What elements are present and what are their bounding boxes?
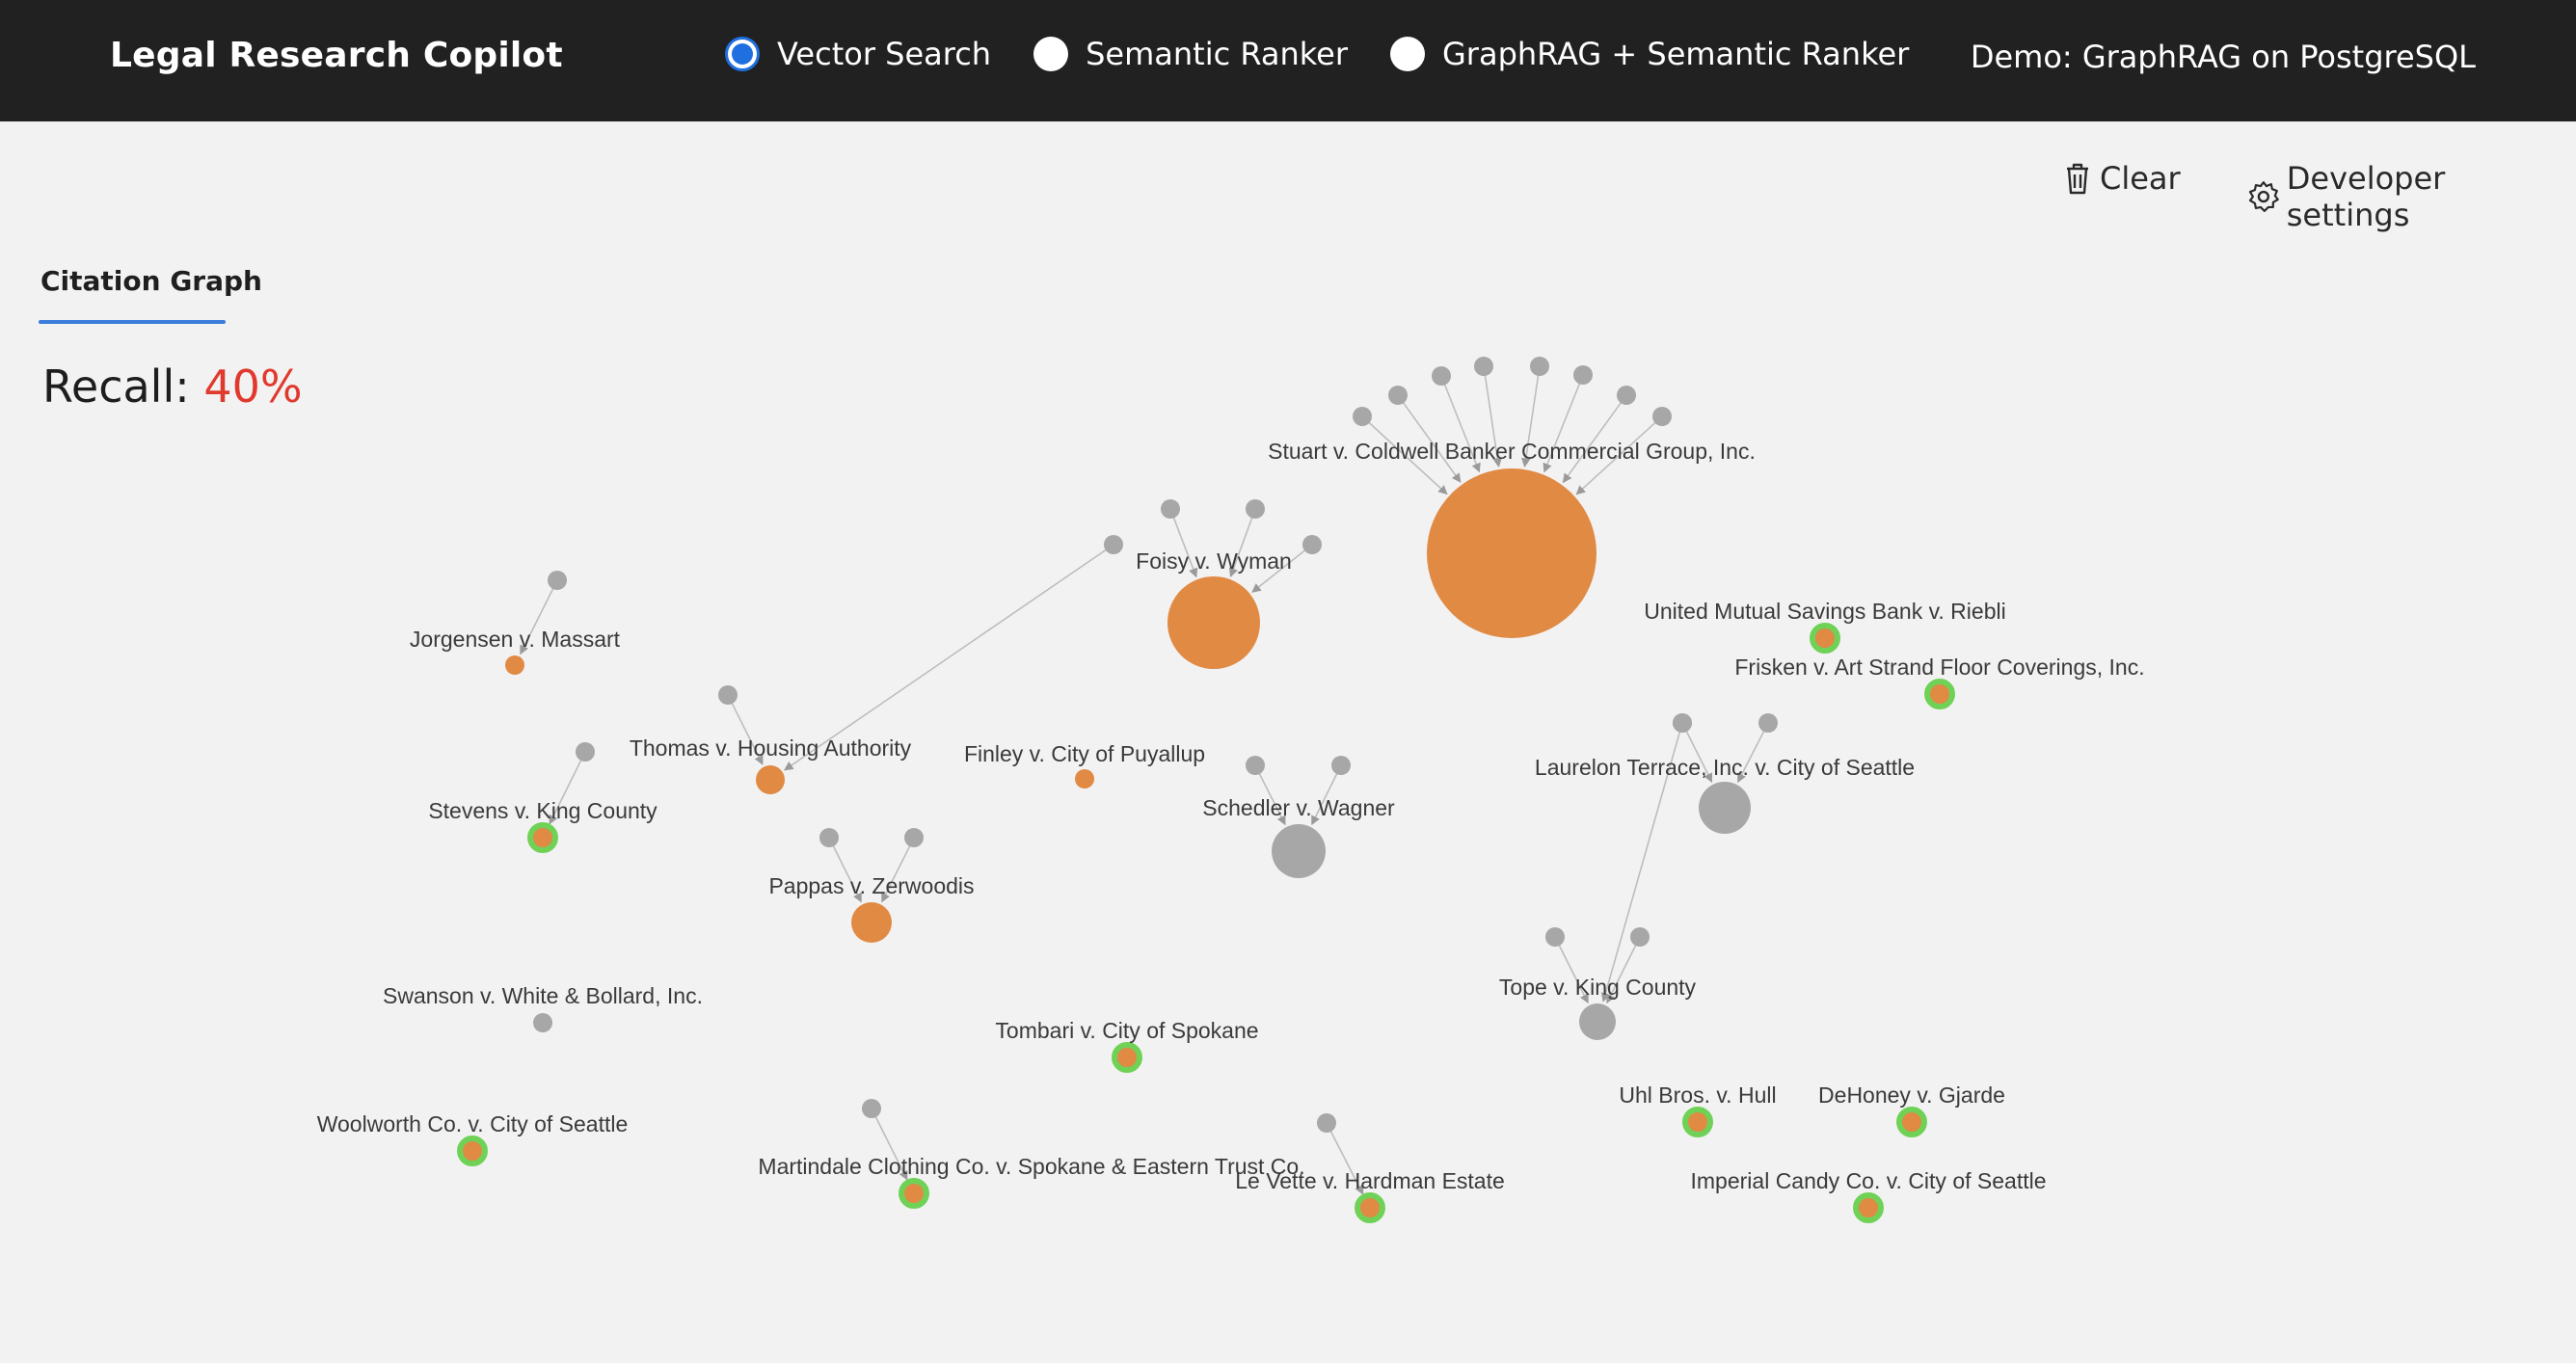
- case-node-label: Tope v. King County: [1499, 975, 1697, 1000]
- case-node[interactable]: [1853, 1192, 1884, 1223]
- case-node[interactable]: [1579, 1003, 1616, 1040]
- case-node[interactable]: [457, 1136, 488, 1166]
- citing-case-node[interactable]: [1673, 713, 1692, 733]
- case-node[interactable]: [1896, 1107, 1927, 1137]
- case-node-label: Thomas v. Housing Authority: [630, 735, 912, 761]
- case-node[interactable]: [1167, 576, 1260, 669]
- case-node-label: Jorgensen v. Massart: [410, 627, 621, 652]
- case-node[interactable]: [527, 822, 558, 853]
- citing-case-node[interactable]: [819, 828, 839, 847]
- case-node-label: Foisy v. Wyman: [1136, 548, 1292, 574]
- citing-case-node[interactable]: [1353, 407, 1372, 426]
- case-node-label: Imperial Candy Co. v. City of Seattle: [1691, 1168, 2047, 1193]
- citing-case-node[interactable]: [1573, 365, 1593, 385]
- case-node-label: Laurelon Terrace, Inc. v. City of Seattl…: [1535, 755, 1915, 780]
- case-node-label: Pappas v. Zerwoodis: [768, 873, 974, 898]
- citing-case-node[interactable]: [576, 742, 595, 762]
- citing-case-node[interactable]: [1388, 386, 1408, 405]
- case-node[interactable]: [756, 765, 785, 794]
- case-node-label: United Mutual Savings Bank v. Riebli: [1644, 599, 2005, 624]
- citing-case-node[interactable]: [1302, 535, 1322, 554]
- citing-case-node[interactable]: [1432, 366, 1451, 386]
- case-node-label: Woolworth Co. v. City of Seattle: [317, 1111, 629, 1136]
- citing-case-node[interactable]: [1246, 499, 1265, 519]
- citing-case-node[interactable]: [548, 571, 567, 590]
- case-node[interactable]: [1272, 824, 1326, 878]
- case-node-label: Uhl Bros. v. Hull: [1619, 1082, 1776, 1108]
- case-node[interactable]: [1699, 782, 1751, 834]
- citing-case-node[interactable]: [1317, 1113, 1336, 1133]
- case-node[interactable]: [899, 1178, 929, 1209]
- citing-case-node[interactable]: [1331, 756, 1351, 775]
- citing-case-node[interactable]: [862, 1099, 881, 1118]
- citing-case-node[interactable]: [904, 828, 924, 847]
- case-node-label: Stevens v. King County: [428, 798, 657, 823]
- citing-case-node[interactable]: [1161, 499, 1180, 519]
- case-node-label: Tombari v. City of Spokane: [995, 1018, 1258, 1043]
- case-node[interactable]: [505, 655, 524, 675]
- case-node[interactable]: [1682, 1107, 1713, 1137]
- case-node[interactable]: [1112, 1042, 1142, 1073]
- case-node-label: Finley v. City of Puyallup: [964, 741, 1205, 766]
- citing-case-node[interactable]: [1617, 386, 1636, 405]
- case-node[interactable]: [1810, 623, 1840, 654]
- case-node[interactable]: [533, 1013, 552, 1032]
- citing-case-node[interactable]: [1758, 713, 1778, 733]
- citing-case-node[interactable]: [1530, 357, 1549, 376]
- citing-case-node[interactable]: [1652, 407, 1672, 426]
- case-node[interactable]: [851, 902, 892, 943]
- case-node-label: Le Vette v. Hardman Estate: [1235, 1168, 1505, 1193]
- citing-case-node[interactable]: [1246, 756, 1265, 775]
- citing-case-node[interactable]: [1104, 535, 1123, 554]
- citing-case-node[interactable]: [718, 685, 738, 705]
- citing-case-node[interactable]: [1545, 927, 1565, 947]
- case-node[interactable]: [1355, 1192, 1385, 1223]
- case-node-label: DeHoney v. Gjarde: [1818, 1082, 2005, 1108]
- case-node[interactable]: [1427, 468, 1597, 638]
- case-node[interactable]: [1075, 769, 1094, 788]
- citing-case-node[interactable]: [1474, 357, 1493, 376]
- case-node-label: Martindale Clothing Co. v. Spokane & Eas…: [758, 1154, 1304, 1179]
- case-node-label: Stuart v. Coldwell Banker Commercial Gro…: [1268, 439, 1756, 464]
- citation-graph[interactable]: Stuart v. Coldwell Banker Commercial Gro…: [0, 0, 2576, 1363]
- case-node-label: Swanson v. White & Bollard, Inc.: [383, 983, 703, 1008]
- case-node[interactable]: [1924, 679, 1955, 709]
- case-node-label: Schedler v. Wagner: [1202, 795, 1395, 820]
- citing-case-node[interactable]: [1630, 927, 1650, 947]
- case-node-label: Frisken v. Art Strand Floor Coverings, I…: [1734, 655, 2144, 680]
